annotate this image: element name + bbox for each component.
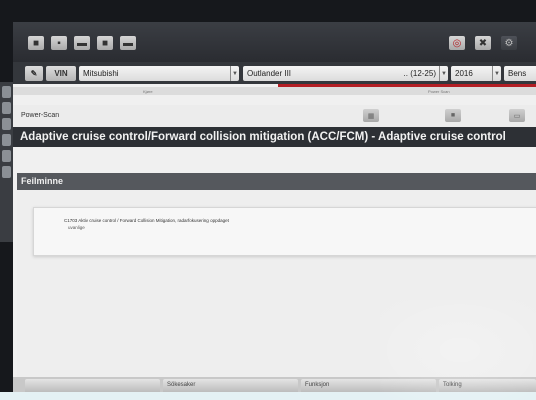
home-icon[interactable]: ■ — [28, 36, 44, 50]
help-icon[interactable]: ◎ — [449, 36, 465, 50]
vehicle-selection-row: ✎ VIN Mitsubishi ▼ Outlander III .. (12-… — [13, 62, 536, 84]
chevron-down-icon: ▼ — [439, 66, 448, 81]
fuel-value: Bens — [508, 69, 527, 78]
footer-tab-2[interactable]: Sökesaker — [163, 379, 298, 392]
car-icon[interactable]: ▬ — [74, 36, 90, 50]
sub-tabs: Kjøre Power Scan — [13, 87, 536, 95]
footer-tab-4[interactable]: Tolking — [439, 379, 536, 392]
section-header-feilminne: Feilminne — [17, 173, 536, 190]
fuel-select[interactable]: Bens — [504, 66, 536, 81]
vin-button[interactable]: VIN — [46, 66, 76, 81]
year-select[interactable]: 2016 ▼ — [451, 66, 501, 81]
side-tab[interactable] — [2, 150, 11, 162]
chevron-down-icon: ▼ — [492, 66, 501, 81]
dtc-list-item[interactable]: C1703 Aktiv cruise control / Forward Col… — [33, 207, 536, 256]
connect-icon[interactable]: ▪ — [51, 36, 67, 50]
tab-power-scan[interactable]: Power Scan — [428, 89, 450, 94]
bottom-tab-bar: Sökesaker Funksjon Tolking — [13, 377, 536, 392]
page-title: Adaptive cruise control/Forward collisio… — [13, 127, 536, 147]
side-tab[interactable] — [2, 102, 11, 114]
scan-icon[interactable]: ▦ — [363, 109, 379, 122]
power-scan-bar: Power-Scan ▦ ■ ▭ — [13, 105, 536, 128]
footer-tab-1[interactable] — [25, 379, 160, 392]
settings-icon[interactable]: ▬ — [120, 36, 136, 50]
dtc-code-text: C1703 Aktiv cruise control / Forward Col… — [64, 218, 229, 223]
side-tab[interactable] — [2, 118, 11, 130]
stop-icon[interactable]: ■ — [445, 109, 461, 122]
model-select[interactable]: Outlander III .. (12-25) ▼ — [243, 66, 448, 81]
diagnostic-app-window: ■ ▪ ▬ ■ ▬ ◎ ✖ ⚙ ✎ VIN Mitsubishi ▼ Outla… — [13, 22, 536, 392]
year-range-value: .. (12-25) — [403, 69, 436, 78]
power-scan-label: Power-Scan — [21, 112, 60, 119]
year-value: 2016 — [455, 69, 473, 78]
model-value: Outlander III — [247, 69, 292, 78]
side-tab[interactable] — [2, 166, 11, 178]
top-toolbar: ■ ▪ ▬ ■ ▬ ◎ ✖ ⚙ — [13, 22, 536, 62]
vin-label: VIN — [54, 69, 68, 78]
dtc-status-text: uvanlige — [68, 225, 85, 230]
left-side-strip — [0, 82, 13, 242]
print-icon[interactable]: ▭ — [509, 109, 525, 122]
footer-tab-3[interactable]: Funksjon — [301, 379, 436, 392]
tab-kjore[interactable]: Kjøre — [143, 89, 153, 94]
side-tab[interactable] — [2, 86, 11, 98]
side-tab[interactable] — [2, 134, 11, 146]
gear-icon[interactable]: ⚙ — [501, 36, 517, 50]
wrench-icon[interactable]: ✎ — [25, 66, 43, 81]
make-value: Mitsubishi — [83, 69, 119, 78]
chevron-down-icon: ▼ — [230, 66, 239, 81]
truck-icon[interactable]: ■ — [97, 36, 113, 50]
user-icon[interactable]: ✖ — [475, 36, 491, 50]
make-select[interactable]: Mitsubishi ▼ — [79, 66, 239, 81]
